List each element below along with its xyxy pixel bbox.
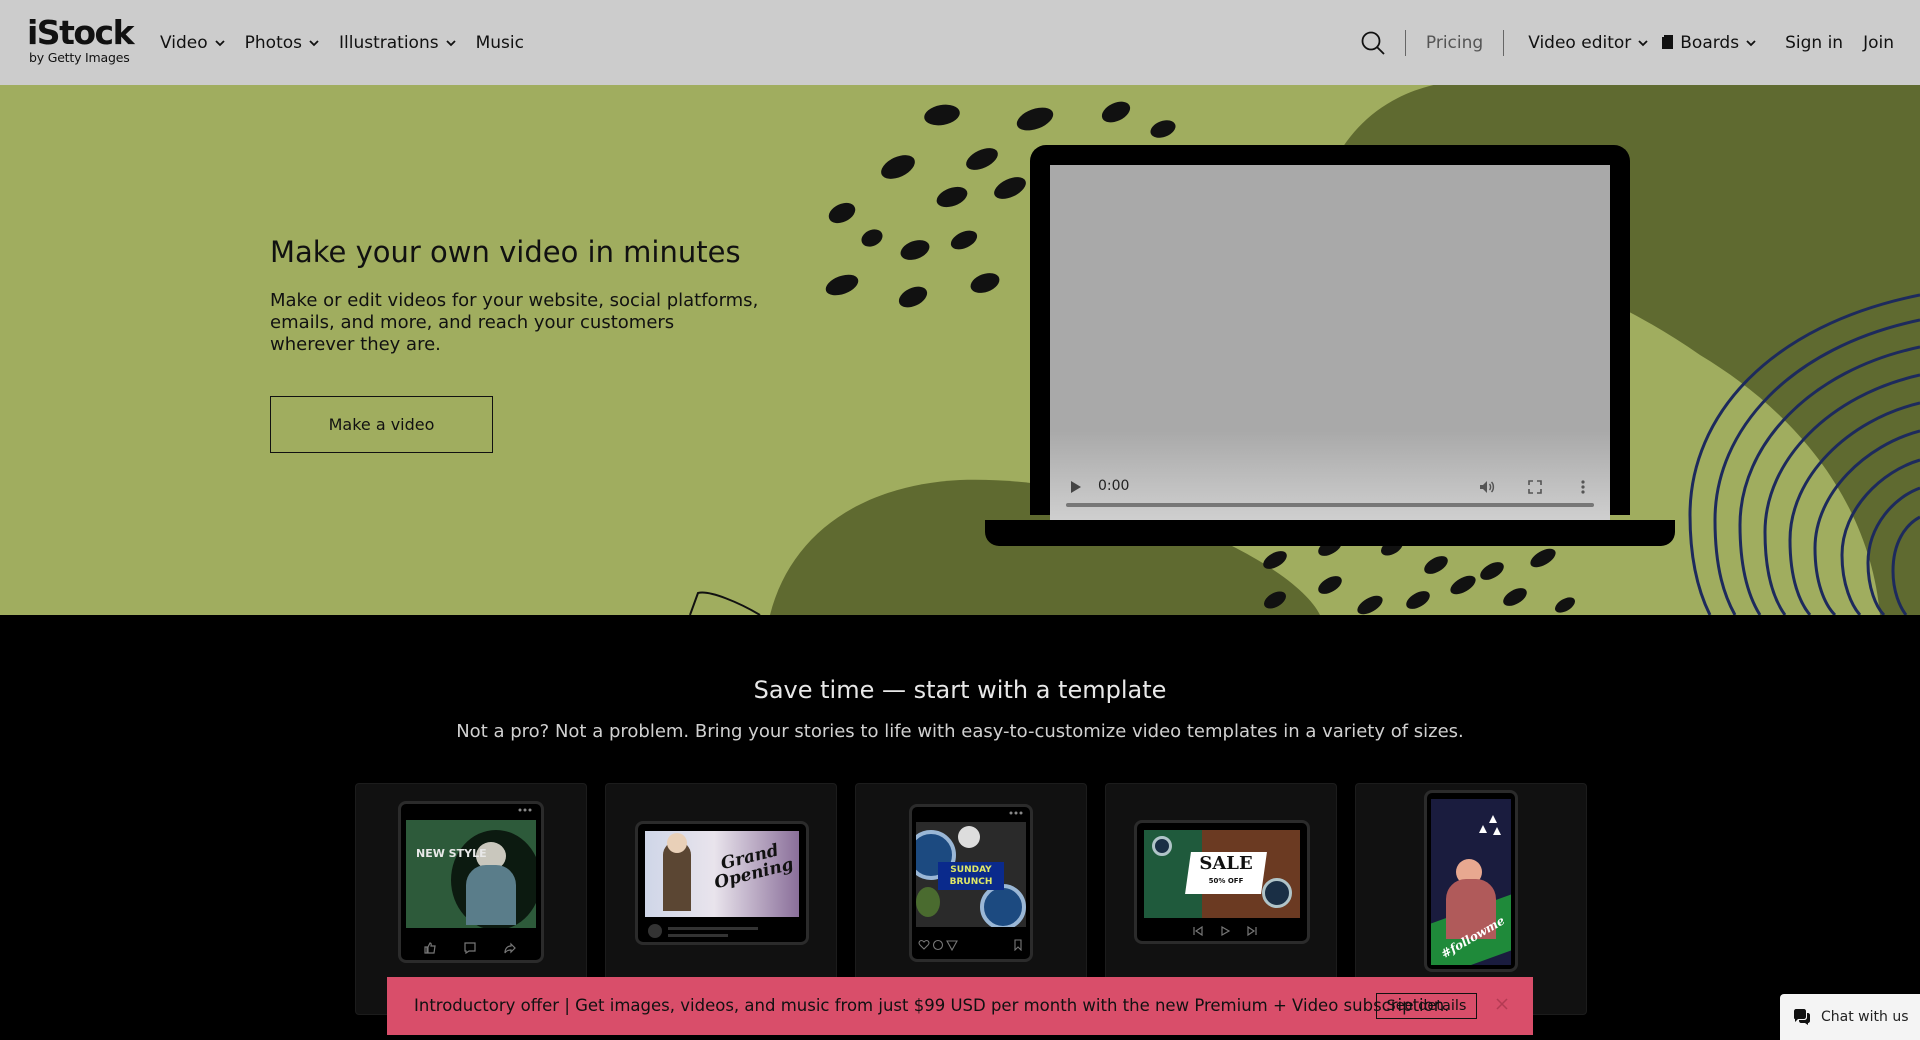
- hero-title: Make your own video in minutes: [270, 235, 741, 269]
- video-controls: 0:00: [1050, 460, 1610, 520]
- share-icon: [504, 942, 516, 954]
- istock-logo[interactable]: iStock by Getty Images: [27, 16, 142, 70]
- chevron-down-icon: [1746, 39, 1756, 46]
- send-icon: [946, 940, 958, 951]
- video-editor-label: Video editor: [1528, 32, 1632, 53]
- nav-photos-label: Photos: [244, 32, 302, 53]
- nav-photos[interactable]: Photos: [245, 33, 320, 53]
- boards-menu[interactable]: Boards: [1661, 33, 1757, 53]
- video-editor-menu[interactable]: Video editor: [1528, 33, 1649, 53]
- logo-tagline: by Getty Images: [29, 50, 130, 65]
- nav-illustrations-label: Illustrations: [339, 32, 439, 53]
- chat-label: Chat with us: [1821, 1009, 1909, 1025]
- chat-widget[interactable]: Chat with us: [1780, 994, 1920, 1040]
- thumb-text: SALE: [1199, 853, 1253, 874]
- nav-video[interactable]: Video: [160, 33, 226, 53]
- template-thumbnail: SUNDAY BRUNCH: [916, 822, 1026, 927]
- next-icon: [1247, 925, 1257, 937]
- prev-icon: [1193, 925, 1203, 937]
- bookmark-icon: [1014, 939, 1022, 951]
- chevron-down-icon: [309, 39, 319, 46]
- thumb-text: SUNDAY BRUNCH: [938, 862, 1004, 890]
- close-icon[interactable]: [1493, 995, 1511, 1013]
- nav-music[interactable]: Music: [476, 33, 524, 53]
- divider: [1404, 29, 1406, 56]
- more-options-icon[interactable]: [1574, 478, 1592, 496]
- boards-label: Boards: [1680, 32, 1740, 53]
- nav-video-label: Video: [160, 32, 208, 53]
- board-icon: [1662, 35, 1674, 49]
- search-icon[interactable]: [1359, 29, 1387, 57]
- fullscreen-icon[interactable]: [1526, 478, 1544, 496]
- thumb-subtext: 50% OFF: [1208, 877, 1244, 885]
- thumbs-up-icon: [424, 942, 436, 954]
- secondary-nav: Pricing Video editor Boards Sign in Join: [1359, 0, 1894, 85]
- laptop-base: [985, 520, 1675, 546]
- play-icon: [1221, 925, 1231, 937]
- heart-icon: [918, 939, 930, 950]
- device-frame: #followme: [1424, 790, 1518, 972]
- more-dots-icon: [1009, 811, 1023, 815]
- top-navigation-bar: iStock by Getty Images Video Photos Illu…: [0, 0, 1920, 85]
- play-icon[interactable]: [1070, 480, 1082, 494]
- more-dots-icon: [518, 808, 532, 812]
- make-a-video-button[interactable]: Make a video: [270, 396, 493, 453]
- sparkle-icon: [1479, 815, 1501, 835]
- hero-description: Make or edit videos for your website, so…: [270, 290, 759, 355]
- comment-icon: [464, 942, 476, 955]
- template-thumbnail: #followme: [1431, 799, 1511, 965]
- chevron-down-icon: [1638, 39, 1648, 46]
- sign-in-link[interactable]: Sign in: [1785, 33, 1843, 53]
- nav-music-label: Music: [475, 32, 524, 53]
- template-thumbnail: NEW STYLE: [406, 820, 536, 928]
- volume-icon[interactable]: [1478, 478, 1496, 496]
- video-progress-bar[interactable]: [1066, 503, 1594, 507]
- thumb-text: NEW STYLE: [416, 847, 487, 860]
- nav-illustrations[interactable]: Illustrations: [339, 33, 457, 53]
- video-player[interactable]: 0:00: [1050, 165, 1610, 520]
- device-frame: SALE 50% OFF: [1134, 820, 1310, 944]
- template-thumbnail: SALE 50% OFF: [1144, 830, 1300, 918]
- device-frame: NEW STYLE: [398, 801, 544, 963]
- comment-icon: [932, 939, 944, 951]
- hero-section: Make your own video in minutes Make or e…: [0, 85, 1920, 615]
- see-details-button[interactable]: See details: [1376, 993, 1477, 1019]
- thumb-text: Grand Opening: [712, 840, 796, 894]
- video-time: 0:00: [1098, 478, 1130, 494]
- chat-icon: [1794, 1009, 1810, 1025]
- chevron-down-icon: [215, 39, 225, 46]
- device-frame: Grand Opening: [635, 821, 809, 945]
- device-frame: SUNDAY BRUNCH: [909, 804, 1033, 962]
- promo-text: Introductory offer | Get images, videos,…: [414, 996, 1450, 1015]
- templates-title: Save time — start with a template: [753, 676, 1167, 704]
- divider: [1503, 29, 1505, 56]
- templates-subtitle: Not a pro? Not a problem. Bring your sto…: [456, 721, 1464, 742]
- template-thumbnail: Grand Opening: [645, 831, 799, 917]
- pricing-link[interactable]: Pricing: [1426, 33, 1483, 53]
- logo-wordmark: iStock: [27, 13, 135, 52]
- primary-nav: Video Photos Illustrations Music: [160, 0, 524, 85]
- join-link[interactable]: Join: [1863, 33, 1894, 53]
- promo-banner: Introductory offer | Get images, videos,…: [387, 977, 1533, 1035]
- chevron-down-icon: [445, 39, 456, 46]
